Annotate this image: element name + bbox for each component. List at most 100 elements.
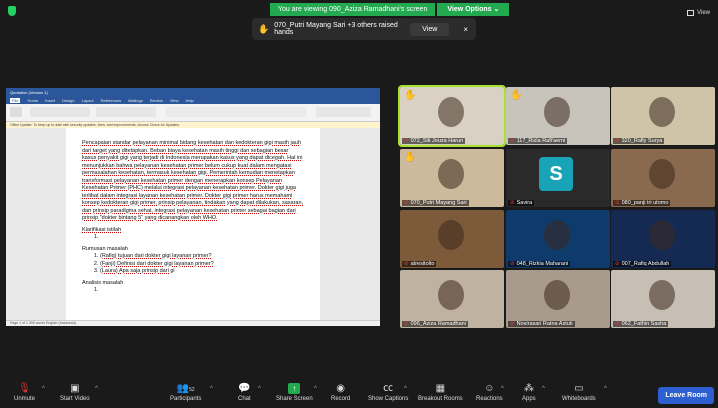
participants-count: 52: [189, 387, 195, 393]
participant-name: ⊘ Savira: [508, 200, 535, 206]
chevron-up-icon[interactable]: ^: [210, 386, 213, 392]
participant-video: [544, 280, 570, 310]
participant-video: [649, 97, 675, 127]
grid-icon: [687, 10, 695, 16]
shield-icon: [8, 6, 16, 16]
word-left-margin: [6, 128, 66, 320]
analisis-heading: Analisis masalah: [82, 279, 124, 286]
participant-name-label: 320_Rafly Surya: [621, 138, 663, 144]
word-tab[interactable]: File: [10, 98, 21, 103]
klarifikasi-list: [100, 234, 304, 242]
word-title-bar: Quotation (Version 1): [6, 88, 380, 97]
chevron-up-icon[interactable]: ^: [542, 386, 545, 392]
word-tab[interactable]: Review: [150, 98, 163, 103]
chevron-up-icon[interactable]: ^: [501, 386, 504, 392]
paragraph-group: [96, 107, 156, 117]
raised-hand-icon: ✋: [510, 90, 523, 101]
participant-name-label: 096_Aziza Ramadhani: [410, 321, 466, 327]
styles-group: [166, 107, 306, 117]
chevron-up-icon[interactable]: ^: [314, 386, 317, 392]
participants-button[interactable]: 👥52 Participants: [170, 382, 201, 402]
muted-mic-icon: 🎙: [18, 383, 31, 394]
participant-name-label: 080_panji tri utomo: [621, 200, 669, 206]
word-tab[interactable]: References: [101, 98, 121, 103]
raised-hands-text: 070_Putri Mayang Sari +3 others raised h…: [274, 22, 398, 36]
participant-tile[interactable]: ⊘ Novirasari Ratna Astuti: [506, 270, 610, 328]
unmute-button[interactable]: 🎙 Unmute: [14, 382, 35, 402]
participant-name-label: 072_Siti Jouza Harun: [410, 138, 464, 144]
participant-tile[interactable]: ⊘ 080_panji tri utomo: [611, 149, 715, 207]
participant-name: ⊘ atresitolto: [402, 261, 437, 267]
word-tab[interactable]: Layout: [82, 98, 94, 103]
viewing-message: You are viewing 090_Aziza Ramadhani's sc…: [270, 3, 436, 16]
participant-tile[interactable]: ✋ ⊘ 072_Siti Jouza Harun: [398, 85, 506, 147]
participant-name: ⊘ 007_Rafiq Abdullah: [613, 261, 672, 267]
word-tab[interactable]: Mailings: [128, 98, 143, 103]
shared-word-document[interactable]: Quotation (Version 1) File Home Insert D…: [6, 88, 380, 326]
view-options-label: View Options: [447, 6, 492, 13]
word-tab[interactable]: Design: [62, 98, 74, 103]
word-page[interactable]: Pencapaian standar pelayanan minimal bid…: [70, 132, 316, 322]
whiteboards-button[interactable]: ▭ Whiteboards: [562, 382, 596, 402]
show-captions-label: Show Captions: [368, 396, 409, 402]
chat-icon: 💬: [238, 383, 251, 394]
list-item: [100, 234, 304, 242]
participant-name: ⊘ 080_panji tri utomo: [613, 200, 671, 206]
participant-video: [649, 280, 675, 310]
chevron-up-icon[interactable]: ^: [604, 386, 607, 392]
whiteboards-label: Whiteboards: [562, 396, 596, 402]
participant-tile[interactable]: ⊘ 048_Rizkia Maharani: [506, 210, 610, 268]
participant-video: [544, 220, 570, 250]
word-ribbon-tabs: File Home Insert Design Layout Reference…: [6, 97, 380, 104]
muted-mic-icon: ⊘: [404, 138, 409, 144]
participant-name: ⊘ 096_Aziza Ramadhani: [402, 321, 468, 327]
share-screen-button[interactable]: ↑ Share Screen: [276, 382, 313, 402]
chevron-up-icon[interactable]: ^: [258, 386, 261, 392]
breakout-rooms-button[interactable]: ▦ Breakout Rooms: [418, 382, 463, 402]
apps-label: Apps: [522, 396, 536, 402]
participant-name-label: 117_Rizla Rafi'aerni: [516, 138, 566, 144]
participant-tile[interactable]: S ⊘ Savira: [506, 149, 610, 207]
view-options-button[interactable]: View Options ⌄: [437, 3, 510, 16]
word-tab[interactable]: View: [170, 98, 179, 103]
analisis-list: [100, 287, 304, 295]
whiteboard-icon: ▭: [574, 383, 584, 394]
participant-tile[interactable]: ⊘ 320_Rafly Surya: [611, 87, 715, 145]
participant-tile[interactable]: ⊘ 096_Aziza Ramadhani: [400, 270, 504, 328]
leave-room-button[interactable]: Leave Room: [658, 387, 714, 404]
word-right-margin: [320, 128, 380, 320]
participant-name: ⊘ 072_Siti Jouza Harun: [402, 138, 466, 144]
chevron-up-icon[interactable]: ^: [42, 386, 45, 392]
raised-hand-icon: ✋: [258, 23, 270, 34]
close-icon[interactable]: ×: [463, 25, 468, 34]
participant-tile[interactable]: ✋ ⊘ 070_Putri Mayang Sari: [400, 149, 504, 207]
participant-video: [438, 159, 464, 189]
record-button[interactable]: ◉ Record: [331, 382, 350, 402]
start-video-label: Start Video: [60, 396, 90, 402]
participant-tile[interactable]: ⊘ 062_Fathin Sasha: [611, 270, 715, 328]
word-tab[interactable]: Help: [185, 98, 193, 103]
participant-video: [438, 280, 464, 310]
reactions-button[interactable]: ☺ Reactions: [476, 382, 503, 402]
show-captions-button[interactable]: ㏄ Show Captions: [368, 382, 408, 402]
apps-button[interactable]: ⁂ Apps: [522, 382, 536, 402]
participants-icon: 👥52: [176, 383, 195, 394]
list-item: [100, 287, 304, 295]
participant-tile[interactable]: ⊘ atresitolto: [400, 210, 504, 268]
participant-video: [649, 220, 675, 250]
start-video-button[interactable]: ▣ Start Video: [60, 382, 90, 402]
participant-tile[interactable]: ✋ ⊘ 117_Rizla Rafi'aerni: [506, 87, 610, 145]
muted-mic-icon: ⊘: [510, 261, 515, 267]
raised-hands-view-button[interactable]: View: [410, 22, 450, 36]
word-tab[interactable]: Home: [27, 98, 38, 103]
chevron-up-icon[interactable]: ^: [404, 386, 407, 392]
top-bar: You are viewing 090_Aziza Ramadhani's sc…: [0, 0, 718, 18]
paste-icon: [10, 107, 22, 117]
participant-name-label: atresitolto: [410, 261, 435, 267]
chat-button[interactable]: 💬 Chat: [238, 382, 251, 402]
chevron-up-icon[interactable]: ^: [95, 386, 98, 392]
word-tab[interactable]: Insert: [45, 98, 55, 103]
participant-tile[interactable]: ⊘ 007_Rafiq Abdullah: [611, 210, 715, 268]
view-button[interactable]: View: [687, 10, 710, 16]
rumusan-list: (Rafiq) tujuan dari dokter gigi layanan …: [100, 253, 304, 276]
